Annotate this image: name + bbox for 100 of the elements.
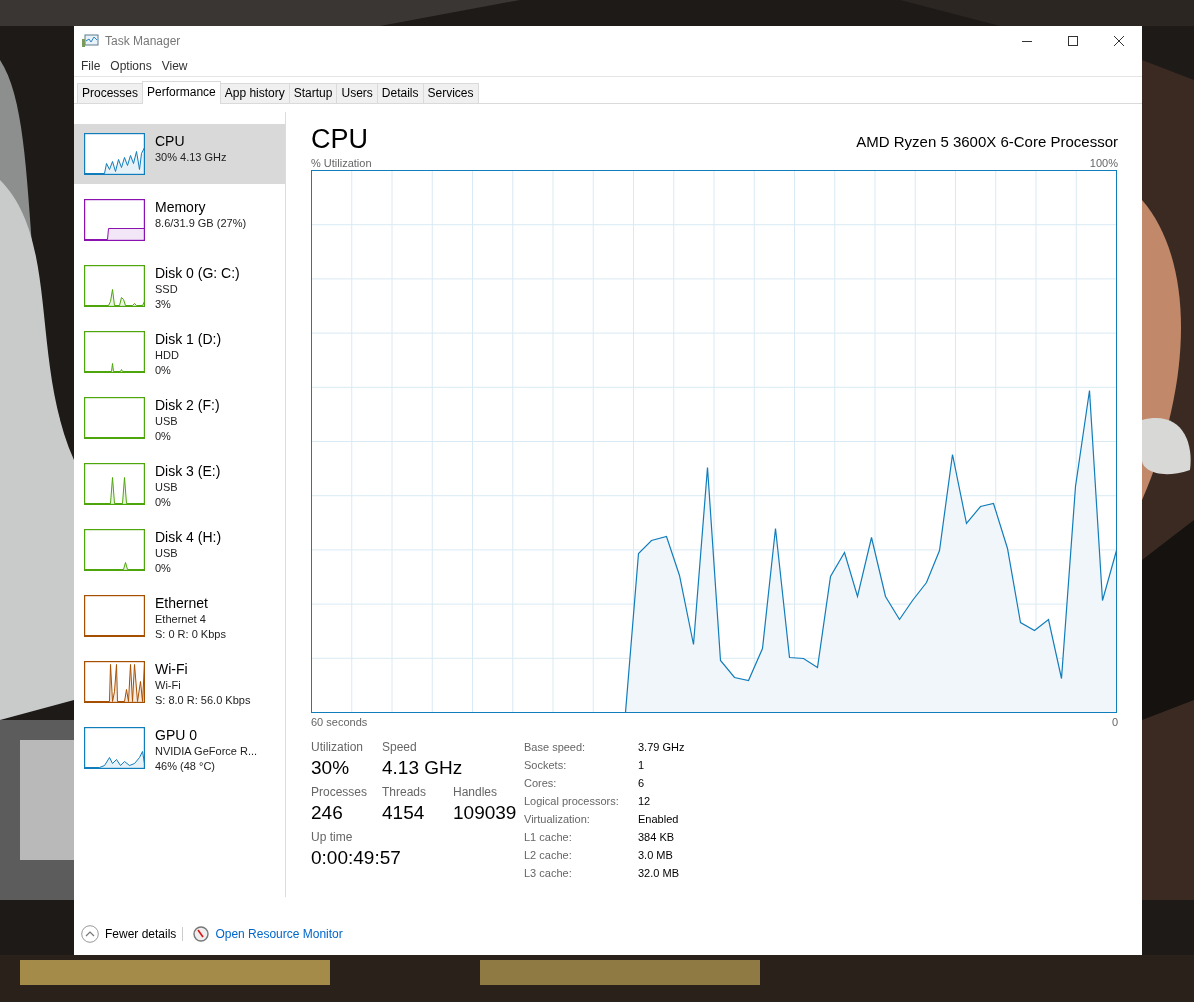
stat-label: Processes bbox=[311, 784, 369, 800]
menu-item[interactable]: Options bbox=[105, 59, 157, 73]
stat-value: 109039 bbox=[453, 801, 518, 825]
device-detail: SSD bbox=[155, 282, 179, 297]
device-name: CPU bbox=[155, 133, 186, 150]
tab[interactable]: Performance bbox=[142, 81, 221, 104]
usage-graph-thumbnail bbox=[84, 265, 145, 307]
detail-label: L2 cache: bbox=[524, 848, 573, 863]
device-detail: 0% bbox=[155, 495, 172, 510]
device-name: Wi-Fi bbox=[155, 661, 189, 678]
stat-label: Speed bbox=[382, 739, 418, 755]
tab[interactable]: App history bbox=[219, 83, 290, 103]
device-name: Disk 2 (F:) bbox=[155, 397, 220, 414]
detail-value: 3.79 GHz bbox=[638, 740, 685, 755]
axis-label: 60 seconds bbox=[311, 715, 368, 729]
detail-label: Base speed: bbox=[524, 740, 587, 755]
device-detail: USB bbox=[155, 414, 179, 429]
device-detail: 0% bbox=[155, 561, 172, 576]
collapse-icon[interactable] bbox=[81, 925, 99, 943]
detail-label: L3 cache: bbox=[524, 866, 573, 881]
detail-value: 384 KB bbox=[638, 830, 676, 845]
sidebar-item[interactable]: Wi-Fi Wi-Fi S: 8.0 R: 56.0 Kbps bbox=[74, 652, 285, 712]
stat-value: 246 bbox=[311, 801, 344, 825]
detail-label: Virtualization: bbox=[524, 812, 591, 827]
stat-label: Utilization bbox=[311, 739, 365, 755]
menu-item[interactable]: File bbox=[76, 59, 106, 73]
tab[interactable]: Services bbox=[422, 83, 479, 103]
resource-monitor-link[interactable]: Open Resource Monitor bbox=[215, 927, 343, 941]
detail-value: 32.0 MB bbox=[638, 866, 680, 881]
sidebar-item[interactable]: GPU 0 NVIDIA GeForce R... 46% (48 °C) bbox=[74, 718, 285, 778]
usage-graph-thumbnail bbox=[84, 529, 145, 571]
stat-label: Up time bbox=[311, 829, 354, 845]
panel-title: CPU bbox=[311, 124, 368, 154]
detail-label: Sockets: bbox=[524, 758, 568, 773]
device-name: Disk 4 (H:) bbox=[155, 529, 222, 546]
detail-value: Enabled bbox=[638, 812, 680, 827]
stat-value: 0:00:49:57 bbox=[311, 846, 401, 870]
sidebar-item[interactable]: Disk 4 (H:) USB 0% bbox=[74, 520, 285, 580]
close-icon bbox=[1114, 36, 1124, 46]
sidebar-item[interactable]: Memory 8.6/31.9 GB (27%) bbox=[74, 190, 285, 250]
stat-value: 4154 bbox=[382, 801, 426, 825]
device-detail: 30% 4.13 GHz bbox=[155, 150, 227, 165]
app-icon bbox=[82, 34, 99, 48]
device-name: Disk 1 (D:) bbox=[155, 331, 222, 348]
usage-graph-thumbnail bbox=[84, 199, 145, 241]
sidebar-item[interactable]: Disk 3 (E:) USB 0% bbox=[74, 454, 285, 514]
sidebar-item[interactable]: Disk 1 (D:) HDD 0% bbox=[74, 322, 285, 382]
detail-label: Cores: bbox=[524, 776, 558, 791]
stat-label: Threads bbox=[382, 784, 428, 800]
device-detail: 8.6/31.9 GB (27%) bbox=[155, 216, 247, 231]
sidebar-item[interactable]: Disk 0 (G: C:) SSD 3% bbox=[74, 256, 285, 316]
device-detail: S: 8.0 R: 56.0 Kbps bbox=[155, 693, 251, 708]
sidebar-item[interactable]: CPU 30% 4.13 GHz bbox=[74, 124, 285, 184]
detail-value: 3.0 MB bbox=[638, 848, 674, 863]
device-detail: HDD bbox=[155, 348, 180, 363]
axis-label: 100% bbox=[1089, 156, 1118, 170]
window-title: Task Manager bbox=[105, 34, 182, 48]
device-detail: Ethernet 4 bbox=[155, 612, 207, 627]
tab[interactable]: Users bbox=[336, 83, 378, 103]
device-name: Ethernet bbox=[155, 595, 209, 612]
detail-value: 6 bbox=[638, 776, 646, 791]
device-name: Memory bbox=[155, 199, 207, 216]
tab[interactable]: Startup bbox=[288, 83, 338, 103]
detail-label: L1 cache: bbox=[524, 830, 573, 845]
device-detail: 46% (48 °C) bbox=[155, 759, 217, 774]
menu-item[interactable]: View bbox=[156, 59, 193, 73]
device-detail: USB bbox=[155, 546, 179, 561]
device-detail: USB bbox=[155, 480, 179, 495]
sidebar-item[interactable]: Disk 2 (F:) USB 0% bbox=[74, 388, 285, 448]
gauge-icon[interactable] bbox=[193, 926, 210, 942]
tab[interactable]: Processes bbox=[77, 83, 144, 103]
device-detail: S: 0 R: 0 Kbps bbox=[155, 627, 226, 642]
usage-graph-thumbnail bbox=[84, 661, 145, 703]
usage-graph-thumbnail bbox=[84, 463, 145, 505]
detail-value: 12 bbox=[638, 794, 652, 809]
device-detail: 0% bbox=[155, 363, 172, 378]
processor-name: AMD Ryzen 5 3600X 6-Core Processor bbox=[856, 133, 1118, 152]
maximize-icon bbox=[1068, 36, 1078, 46]
usage-graph-thumbnail bbox=[84, 133, 145, 175]
device-name: Disk 0 (G: C:) bbox=[155, 265, 240, 282]
usage-graph-thumbnail bbox=[84, 595, 145, 637]
axis-label: 0 bbox=[1111, 715, 1118, 729]
usage-graph-thumbnail bbox=[84, 331, 145, 373]
detail-value: 1 bbox=[638, 758, 646, 773]
device-name: Disk 3 (E:) bbox=[155, 463, 221, 480]
stat-label: Handles bbox=[453, 784, 499, 800]
device-detail: Wi-Fi bbox=[155, 678, 182, 693]
axis-label: % Utilization bbox=[311, 156, 372, 170]
device-detail: 3% bbox=[155, 297, 172, 312]
device-detail: 0% bbox=[155, 429, 172, 444]
usage-graph-thumbnail bbox=[84, 727, 145, 769]
sidebar-item[interactable]: Ethernet Ethernet 4 S: 0 R: 0 Kbps bbox=[74, 586, 285, 646]
usage-graph-thumbnail bbox=[84, 397, 145, 439]
device-name: GPU 0 bbox=[155, 727, 198, 744]
fewer-details-link[interactable]: Fewer details bbox=[105, 927, 184, 941]
stat-value: 4.13 GHz bbox=[382, 756, 463, 780]
detail-label: Logical processors: bbox=[524, 794, 620, 809]
tab[interactable]: Details bbox=[376, 83, 424, 103]
stat-value: 30% bbox=[311, 756, 351, 780]
device-detail: NVIDIA GeForce R... bbox=[155, 744, 258, 759]
